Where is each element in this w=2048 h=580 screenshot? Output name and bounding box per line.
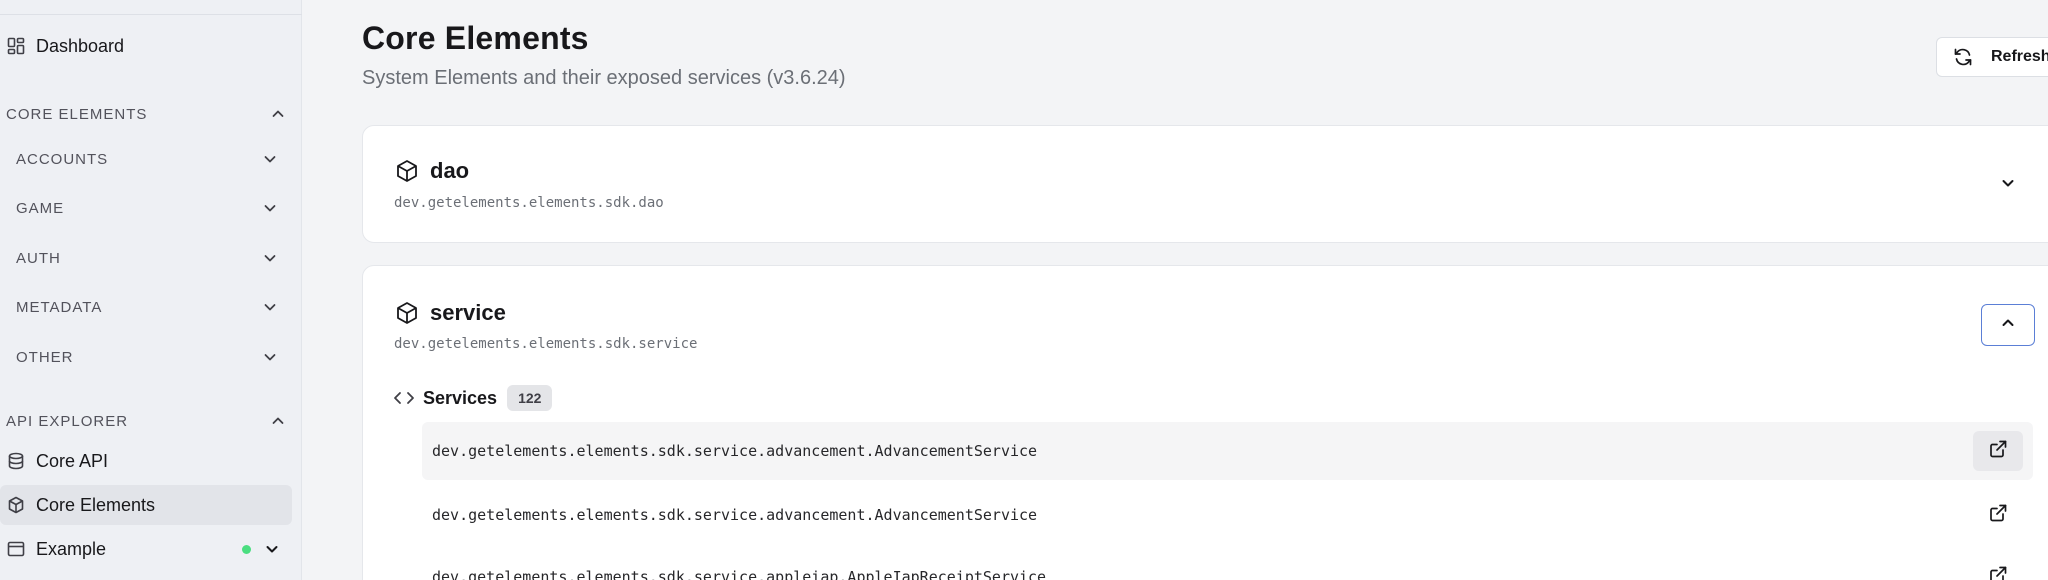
chevron-down-icon — [262, 299, 278, 315]
chevron-up-icon — [270, 106, 286, 122]
package-icon — [395, 159, 419, 183]
chevron-down-icon — [262, 250, 278, 266]
core-elements-group-header[interactable]: CORE ELEMENTS — [6, 101, 286, 127]
card-title: dao — [395, 158, 469, 184]
services-count-badge: 122 — [507, 385, 553, 411]
page-subtitle: System Elements and their exposed servic… — [362, 67, 846, 89]
chevron-down-icon — [2000, 175, 2016, 196]
sidebar-group-label: OTHER — [16, 348, 74, 366]
group-heading: CORE ELEMENTS — [6, 105, 148, 123]
refresh-icon — [1953, 47, 1973, 67]
window-icon — [7, 540, 25, 558]
card-package: dev.getelements.elements.sdk.service — [394, 336, 698, 352]
open-external-button[interactable] — [1973, 557, 2023, 580]
open-external-button[interactable] — [1973, 431, 2023, 471]
sidebar-item-label: Core Elements — [36, 494, 156, 515]
element-card-service[interactable]: service dev.getelements.elements.sdk.ser… — [362, 265, 2048, 580]
package-icon — [395, 301, 419, 325]
sidebar-group-other[interactable]: OTHER — [16, 342, 278, 372]
sidebar-item-example[interactable]: Example — [0, 529, 292, 569]
chevron-up-icon — [2000, 315, 2016, 336]
refresh-label: Refresh — [1991, 48, 2048, 65]
chevron-up-icon — [270, 413, 286, 429]
sidebar-group-label: METADATA — [16, 298, 103, 316]
sidebar-item-core-api[interactable]: Core API — [0, 441, 292, 481]
sidebar: Dashboard CORE ELEMENTS ACCOUNTS GAME AU… — [0, 0, 302, 580]
sidebar-item-dashboard[interactable]: Dashboard — [0, 26, 292, 66]
card-name: service — [430, 300, 506, 325]
sidebar-item-label: Example — [36, 538, 107, 559]
service-row[interactable]: dev.getelements.elements.sdk.service.adv… — [422, 422, 2033, 480]
element-card-dao[interactable]: dao dev.getelements.elements.sdk.dao — [362, 125, 2048, 243]
sidebar-group-game[interactable]: GAME — [16, 193, 278, 223]
services-header[interactable]: Services 122 — [393, 385, 553, 411]
sidebar-item-core-elements[interactable]: Core Elements — [0, 485, 292, 525]
service-name: dev.getelements.elements.sdk.service.adv… — [432, 442, 1038, 460]
collapse-button[interactable] — [1981, 304, 2035, 346]
sidebar-group-auth[interactable]: AUTH — [16, 243, 278, 273]
expand-toggle[interactable] — [1996, 173, 2020, 197]
sidebar-group-label: GAME — [16, 199, 65, 217]
chevron-down-icon[interactable] — [264, 541, 280, 557]
chevron-down-icon — [262, 200, 278, 216]
code-icon — [393, 387, 415, 409]
sidebar-group-label: AUTH — [16, 249, 61, 267]
chevron-down-icon — [262, 151, 278, 167]
page-title: Core Elements — [362, 20, 589, 56]
sidebar-group-metadata[interactable]: METADATA — [16, 292, 278, 322]
external-link-icon — [1989, 504, 2007, 526]
services-label: Services — [423, 387, 498, 408]
main-content: Core Elements System Elements and their … — [302, 0, 2048, 580]
external-link-icon — [1989, 566, 2007, 580]
api-explorer-group-header[interactable]: API EXPLORER — [6, 408, 286, 434]
service-name: dev.getelements.elements.sdk.service.adv… — [432, 506, 1038, 524]
open-external-button[interactable] — [1973, 495, 2023, 535]
dashboard-icon — [7, 37, 25, 55]
chevron-down-icon — [262, 349, 278, 365]
database-icon — [7, 452, 25, 470]
card-package: dev.getelements.elements.sdk.dao — [394, 195, 664, 211]
group-heading: API EXPLORER — [6, 412, 129, 430]
service-row[interactable]: dev.getelements.elements.sdk.service.adv… — [422, 486, 2033, 544]
external-link-icon — [1989, 440, 2007, 462]
card-title: service — [395, 300, 506, 326]
sidebar-group-label: ACCOUNTS — [16, 150, 109, 168]
package-icon — [7, 496, 25, 514]
service-name: dev.getelements.elements.sdk.service.app… — [432, 568, 1047, 580]
sidebar-item-label: Dashboard — [36, 35, 125, 56]
refresh-button[interactable]: Refresh — [1936, 37, 2048, 77]
sidebar-divider — [0, 14, 302, 15]
service-row[interactable]: dev.getelements.elements.sdk.service.app… — [422, 548, 2033, 580]
sidebar-item-label: Core API — [36, 450, 109, 471]
status-dot — [242, 545, 251, 554]
sidebar-group-accounts[interactable]: ACCOUNTS — [16, 144, 278, 174]
card-name: dao — [430, 158, 470, 183]
